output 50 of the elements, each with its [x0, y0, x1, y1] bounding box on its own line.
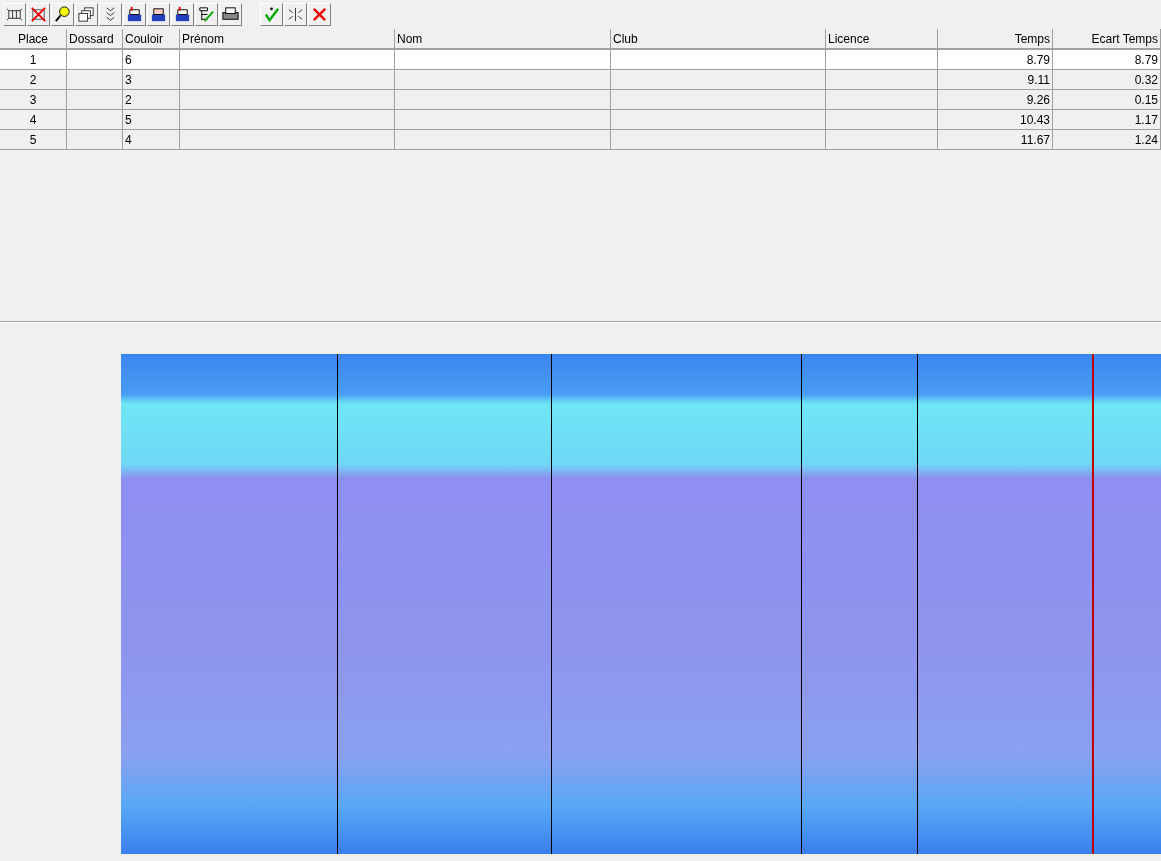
- toolbar-button[interactable]: [147, 3, 170, 26]
- search-icon: [53, 5, 72, 24]
- toolbar-button[interactable]: [171, 3, 194, 26]
- column-header[interactable]: Nom: [395, 29, 611, 48]
- table-row[interactable]: 4 5 10.43 1.17: [0, 110, 1161, 130]
- column-header[interactable]: Couloir: [123, 29, 180, 48]
- table-cell: 0.32: [1053, 70, 1161, 89]
- windows-icon: [77, 5, 96, 24]
- toolbar-button[interactable]: [219, 3, 242, 26]
- sparkle-icon: [286, 5, 305, 24]
- table-cell: 8.79: [938, 50, 1053, 69]
- table-cell: 9.11: [938, 70, 1053, 89]
- toolbar-button[interactable]: [75, 3, 98, 26]
- table-cell: 3: [123, 70, 180, 89]
- toolbar-button[interactable]: [123, 3, 146, 26]
- check-icon: [262, 5, 281, 24]
- table-row[interactable]: 3 2 9.26 0.15: [0, 90, 1161, 110]
- table-cell: 10.43: [938, 110, 1053, 129]
- table-row[interactable]: 5 4 11.67 1.24: [0, 130, 1161, 150]
- table-cell: 1.24: [1053, 130, 1161, 149]
- table-cell: 1: [0, 50, 67, 69]
- device-icon: [173, 5, 192, 24]
- column-header[interactable]: Prénom: [180, 29, 395, 48]
- table-cell: 9.26: [938, 90, 1053, 109]
- toolbar-button[interactable]: [195, 3, 218, 26]
- toolbar-button[interactable]: [51, 3, 74, 26]
- table-cell: 4: [0, 110, 67, 129]
- table-cell: 5: [0, 130, 67, 149]
- toolbar-button[interactable]: [284, 3, 307, 26]
- table-row[interactable]: 2 3 9.11 0.32: [0, 70, 1161, 90]
- device-icon: [125, 5, 144, 24]
- table-cell: 1.17: [1053, 110, 1161, 129]
- device-icon: [149, 5, 168, 24]
- column-header[interactable]: Dossard: [67, 29, 123, 48]
- table-cell: 8.79: [1053, 50, 1161, 69]
- table-cell: 5: [123, 110, 180, 129]
- grid-icon: [5, 5, 24, 24]
- table-cell: 3: [0, 90, 67, 109]
- table-cell: 4: [123, 130, 180, 149]
- table-cell: 2: [123, 90, 180, 109]
- tree-icon: [197, 5, 216, 24]
- table-row[interactable]: 1 6 8.79 8.79: [0, 50, 1161, 70]
- toolbar-button[interactable]: [3, 3, 26, 26]
- table-cell: 6: [123, 50, 180, 69]
- crossed-box-icon: [29, 5, 48, 24]
- column-header[interactable]: Club: [611, 29, 826, 48]
- column-header[interactable]: Licence: [826, 29, 938, 48]
- table-cell: 11.67: [938, 130, 1053, 149]
- table-cell: 0.15: [1053, 90, 1161, 109]
- table-cell: 2: [0, 70, 67, 89]
